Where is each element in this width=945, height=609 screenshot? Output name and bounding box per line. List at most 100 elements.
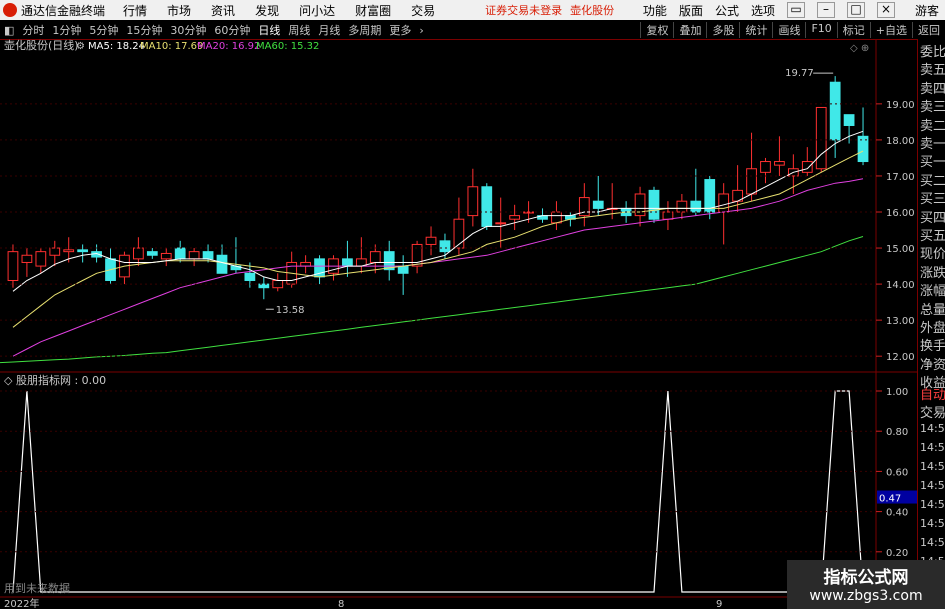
- candle-body: [258, 283, 270, 289]
- candle-body: [300, 261, 311, 267]
- y-tick-label: 17.00: [886, 172, 915, 183]
- period-15min[interactable]: 15分钟: [126, 22, 162, 38]
- menu-options[interactable]: 选项: [751, 2, 775, 19]
- tool-draw[interactable]: 画线: [772, 22, 805, 38]
- stock-link[interactable]: 壶化股份: [570, 2, 614, 18]
- candle-body: [342, 258, 353, 267]
- y-tick-label: 19.00: [886, 100, 915, 111]
- candle-body: [509, 215, 521, 220]
- tool-back[interactable]: 返回: [912, 22, 945, 38]
- y-tick-label: 18.00: [886, 136, 915, 147]
- ma5-line: [12, 130, 864, 292]
- period-intraday[interactable]: 分时: [22, 22, 44, 38]
- menu-quotes[interactable]: 行情: [123, 2, 147, 19]
- diamond-icon[interactable]: ◇ ⊕: [850, 43, 869, 54]
- quote-field: 买四: [920, 210, 945, 226]
- period-monthly[interactable]: 月线: [318, 22, 340, 38]
- minimize-window-icon[interactable]: –: [816, 1, 835, 18]
- chart-area[interactable]: 19.77 13.58 壶化股份(日线) ⚙ MA5: 18.24 MA10: 1…: [0, 39, 917, 609]
- y-tick-label: 0.40: [886, 508, 908, 519]
- main-chart-label: 壶化股份(日线): [4, 39, 79, 52]
- quote-field: 卖一: [920, 137, 945, 152]
- y-tick-label: 0.80: [886, 427, 908, 438]
- future-data-note: 用到未来数据: [4, 581, 70, 595]
- candle-body: [133, 247, 144, 260]
- quote-field: 外盘: [920, 321, 945, 336]
- tick-time: 14:56: [920, 479, 945, 492]
- candle-body: [216, 254, 228, 274]
- chevron-right-icon[interactable]: ›: [419, 24, 423, 37]
- quote-field: 委比: [920, 45, 945, 60]
- tool-adjust[interactable]: 复权: [640, 22, 673, 38]
- menu-function[interactable]: 功能: [643, 2, 667, 19]
- guest-label[interactable]: 游客: [915, 2, 939, 19]
- menu-wealth[interactable]: 财富圈: [355, 2, 391, 19]
- menu-layout[interactable]: 版面: [679, 2, 703, 19]
- candle-body: [495, 222, 507, 225]
- tool-multi[interactable]: 多股: [706, 22, 739, 38]
- minimize-icon[interactable]: ▭: [786, 1, 805, 18]
- watermark-url: www.zbgs3.com: [809, 588, 923, 604]
- tool-mark[interactable]: 标记: [836, 22, 870, 38]
- period-30min[interactable]: 30分钟: [170, 22, 206, 38]
- indicator-line: [12, 390, 891, 593]
- period-1min[interactable]: 1分钟: [52, 22, 81, 38]
- watermark-banner: 指标公式网 www.zbgs3.com: [787, 560, 945, 609]
- auto-button[interactable]: 自动: [920, 384, 945, 403]
- candle-body: [801, 161, 813, 173]
- tick-time: 14:56: [920, 536, 945, 549]
- indicator-y-axis: 1.00 0.80 0.60 0.40 0.20 0.47: [0, 387, 917, 559]
- menu-news[interactable]: 资讯: [211, 2, 235, 19]
- toolbar-toggle-icon[interactable]: ◧: [4, 24, 14, 37]
- period-60min[interactable]: 60分钟: [214, 22, 250, 38]
- indicator-chart[interactable]: [12, 390, 891, 593]
- candle-body: [244, 272, 256, 281]
- menu-formula[interactable]: 公式: [715, 2, 739, 19]
- candle-body: [690, 200, 702, 213]
- settings-gear-icon[interactable]: ⚙: [76, 41, 85, 52]
- y-tick-label: 13.00: [886, 316, 915, 327]
- candle-body: [146, 251, 158, 256]
- period-daily[interactable]: 日线: [258, 22, 280, 38]
- candle-body: [49, 247, 61, 256]
- candle-body: [21, 254, 33, 263]
- tool-stats[interactable]: 统计: [739, 22, 772, 38]
- candle-body: [829, 81, 841, 141]
- quote-field: 买一: [920, 155, 945, 171]
- tick-time: 14:56: [920, 517, 945, 530]
- tool-add-watchlist[interactable]: +自选: [869, 22, 912, 38]
- period-more[interactable]: 更多: [389, 22, 411, 38]
- candle-body: [815, 106, 827, 170]
- quote-field: 涨幅: [920, 284, 945, 300]
- period-weekly[interactable]: 周线: [288, 22, 310, 38]
- candle-body: [174, 247, 186, 260]
- close-icon[interactable]: ×: [876, 1, 895, 18]
- quote-field: 涨跌: [920, 265, 945, 281]
- menu-trade[interactable]: 交易: [411, 2, 435, 19]
- quote-field: 买二: [920, 173, 945, 189]
- login-notice[interactable]: 证券交易未登录: [485, 2, 562, 18]
- y-tick-label: 12.00: [886, 352, 915, 363]
- maximize-icon[interactable]: □: [846, 1, 865, 18]
- quote-field: 总量: [920, 302, 945, 318]
- chart-tools: 复权 叠加 多股 统计 画线 F10 标记 +自选 返回: [640, 22, 945, 38]
- trade-button[interactable]: 交易: [920, 402, 945, 421]
- right-menus: 功能 版面 公式 选项 ▭ – □ × 游客: [637, 1, 945, 19]
- tool-f10[interactable]: F10: [805, 22, 836, 38]
- indicator-label: ◇ 股朋指标网 : 0.00: [4, 373, 106, 387]
- tool-overlay[interactable]: 叠加: [673, 22, 706, 38]
- tick-time: 14:56: [920, 460, 945, 473]
- period-multi[interactable]: 多周期: [348, 22, 381, 38]
- app-logo-icon: [3, 3, 17, 17]
- candle-body: [397, 265, 409, 274]
- menu-discover[interactable]: 发现: [255, 2, 279, 19]
- candle-body: [77, 249, 89, 253]
- menu-market[interactable]: 市场: [167, 2, 191, 19]
- candle-body: [453, 218, 465, 249]
- quote-field: 净资: [920, 357, 945, 373]
- period-5min[interactable]: 5分钟: [89, 22, 118, 38]
- candlestick-chart[interactable]: 19.77 13.58: [0, 68, 869, 364]
- quote-field: 买三: [920, 192, 945, 208]
- candle-body: [662, 211, 674, 220]
- menu-ask[interactable]: 问小达: [299, 2, 335, 19]
